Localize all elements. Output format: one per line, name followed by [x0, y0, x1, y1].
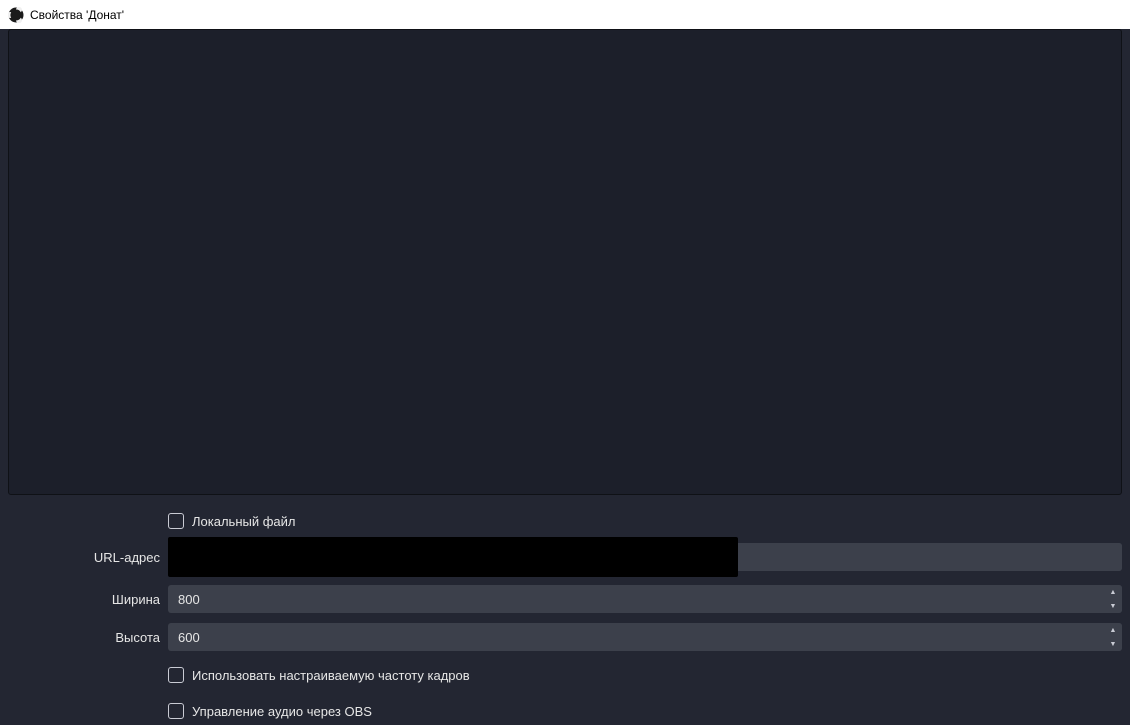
window-title: Свойства 'Донат' [30, 8, 124, 22]
properties-form: Локальный файл URL-адрес Ширина ▲ ▼ Высо… [0, 495, 1130, 725]
row-height: Высота ▲ ▼ [8, 623, 1122, 651]
custom-fps-checkbox[interactable] [168, 667, 184, 683]
height-step-down[interactable]: ▼ [1104, 637, 1122, 651]
height-label: Высота [8, 630, 168, 645]
url-redaction-mask [168, 537, 738, 577]
row-custom-fps: Использовать настраиваемую частоту кадро… [8, 661, 1122, 689]
row-local-file: Локальный файл [8, 507, 1122, 535]
titlebar: Свойства 'Донат' [0, 0, 1130, 29]
custom-fps-label: Использовать настраиваемую частоту кадро… [192, 668, 470, 683]
row-width: Ширина ▲ ▼ [8, 585, 1122, 613]
preview-area [8, 29, 1122, 495]
local-file-checkbox[interactable] [168, 513, 184, 529]
local-file-label: Локальный файл [192, 514, 296, 529]
width-step-down[interactable]: ▼ [1104, 599, 1122, 613]
row-audio-obs: Управление аудио через OBS [8, 697, 1122, 725]
width-step-up[interactable]: ▲ [1104, 585, 1122, 599]
obs-icon [8, 7, 24, 23]
row-url: URL-адрес [8, 543, 1122, 571]
width-label: Ширина [8, 592, 168, 607]
audio-obs-label: Управление аудио через OBS [192, 704, 372, 719]
url-label: URL-адрес [8, 550, 168, 565]
width-input[interactable] [168, 585, 1122, 613]
height-input[interactable] [168, 623, 1122, 651]
height-step-up[interactable]: ▲ [1104, 623, 1122, 637]
